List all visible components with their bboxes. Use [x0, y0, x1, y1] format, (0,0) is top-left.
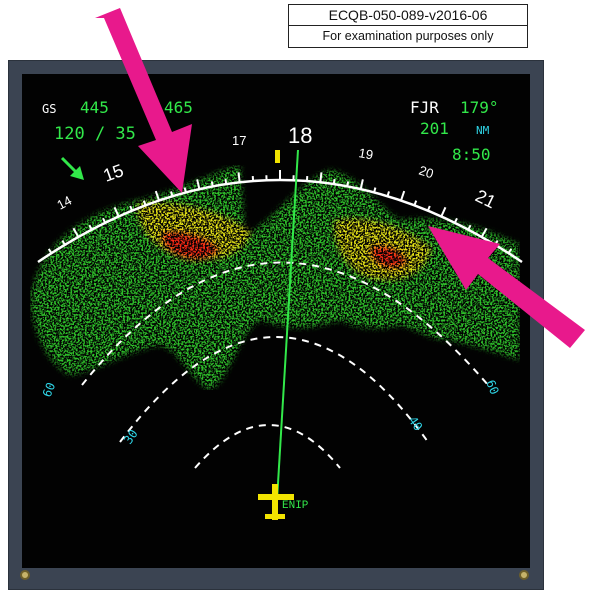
heading-tick	[400, 190, 406, 201]
waypoint-name: FJR	[410, 98, 439, 117]
heading-tick	[47, 248, 53, 254]
heading-tick	[440, 206, 447, 217]
range-arc-innermost	[194, 424, 341, 469]
wx-green-area	[30, 165, 520, 390]
ground-speed-label: GS	[42, 102, 56, 116]
heading-label: 15	[101, 160, 127, 186]
heading-label: 21	[472, 186, 499, 213]
exam-caption-box: ECQB-050-089-v2016-06 For examination pu…	[288, 4, 528, 48]
heading-tick	[386, 191, 390, 197]
exam-purpose-note: For examination purposes only	[322, 29, 494, 43]
range-label-left: 60	[40, 380, 58, 399]
true-airspeed-value: 465	[164, 98, 193, 117]
exam-reference-code: ECQB-050-089-v2016-06	[289, 5, 527, 26]
heading-label: 17	[232, 133, 246, 148]
heading-tick	[319, 172, 323, 183]
navigation-display-screen: 14 15 17 18 19 20 21 60 30 40 60 ENIP GS…	[22, 74, 530, 568]
heading-label: 20	[417, 163, 435, 182]
heading-tick	[346, 181, 350, 187]
heading-tick	[332, 178, 336, 185]
ground-speed-value: 445	[80, 98, 109, 117]
heading-tick	[426, 205, 431, 212]
heading-tick	[183, 187, 187, 193]
weather-radar-display: 14 15 17 18 19 20 21 60 30 40 60 ENIP GS…	[30, 98, 523, 520]
weather-returns	[30, 165, 520, 390]
waypoint-bearing: 179°	[460, 98, 499, 117]
heading-tick	[224, 178, 228, 185]
range-label-right: 60	[483, 378, 501, 397]
heading-tick	[237, 172, 241, 183]
heading-tick	[170, 191, 174, 197]
heading-tick	[210, 181, 214, 187]
bezel-screw-icon	[20, 570, 30, 580]
heading-pointer	[275, 150, 280, 163]
heading-tick	[373, 187, 377, 193]
bezel-screw-icon	[519, 570, 529, 580]
wind-arrow-icon	[60, 156, 84, 180]
range-label-inner-left: 30	[121, 427, 141, 447]
distance-unit: NM	[476, 124, 490, 137]
waypoint-distance: 201	[420, 119, 449, 138]
waypoint-eta: 8:50	[452, 145, 491, 164]
range-arc-inner	[119, 336, 429, 443]
heading-label: 19	[357, 145, 374, 162]
aircraft-label: ENIP	[282, 500, 309, 512]
wind-readout: 120 / 35	[54, 124, 136, 144]
heading-label: 14	[54, 193, 74, 213]
heading-tick	[453, 217, 458, 224]
heading-label: 18	[288, 123, 312, 148]
